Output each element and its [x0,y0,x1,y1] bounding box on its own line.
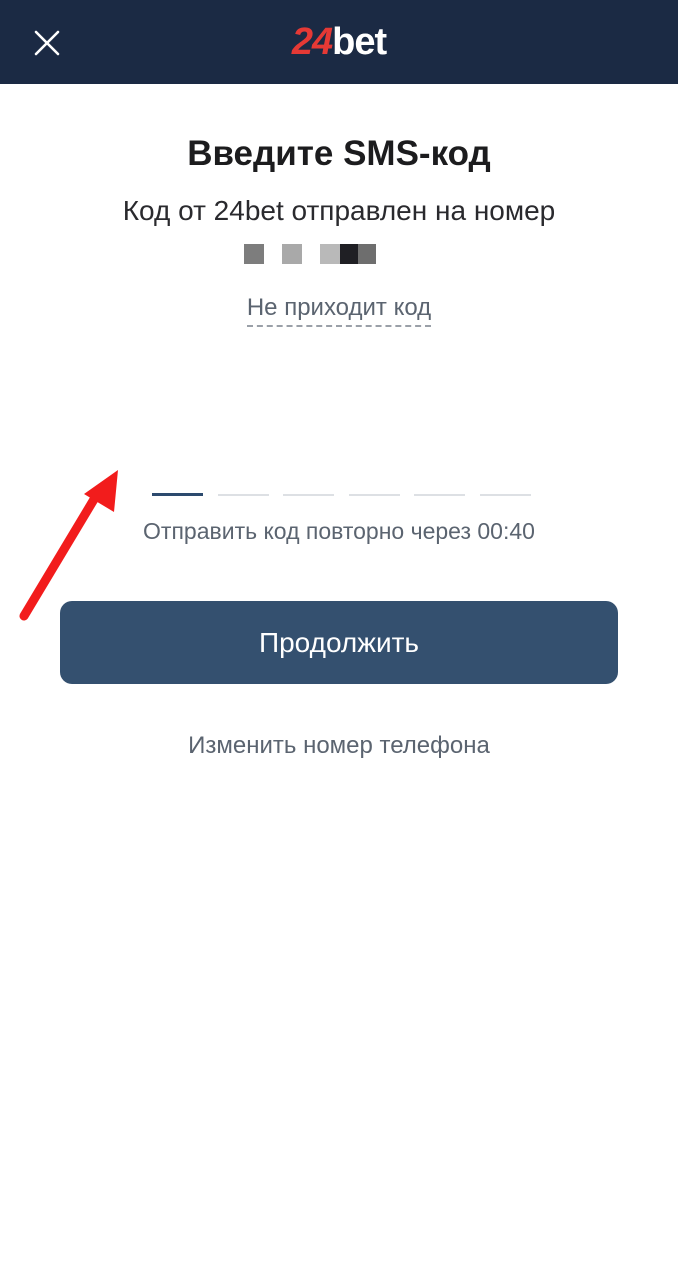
brand-logo: 24bet [0,18,678,66]
code-slot-4[interactable] [349,494,400,496]
continue-button[interactable]: Продолжить [60,601,618,684]
code-slot-5[interactable] [414,494,465,496]
no-code-link[interactable]: Не приходит код [246,294,432,327]
page-title: Введите SMS-код [187,134,491,173]
code-slot-6[interactable] [480,494,531,496]
top-bar: 24bet [0,0,678,84]
sms-code-input[interactable] [152,466,532,496]
logo-word: bet [332,21,387,63]
code-slot-3[interactable] [283,494,334,496]
masked-phone-number [244,244,384,264]
page-subtitle: Код от 24bet отправлен на номер [122,195,556,226]
logo-number: 24 [291,21,333,63]
sms-verification-screen: 24bet Введите SMS-код Код от 24bet отпра… [0,0,678,1280]
change-phone-link[interactable]: Изменить номер телефона [0,732,678,760]
red-arrow-annotation [19,470,118,621]
code-slot-1[interactable] [152,493,203,496]
code-slot-2[interactable] [218,494,269,496]
no-code-link-wrap: Не приходит код [0,294,678,327]
